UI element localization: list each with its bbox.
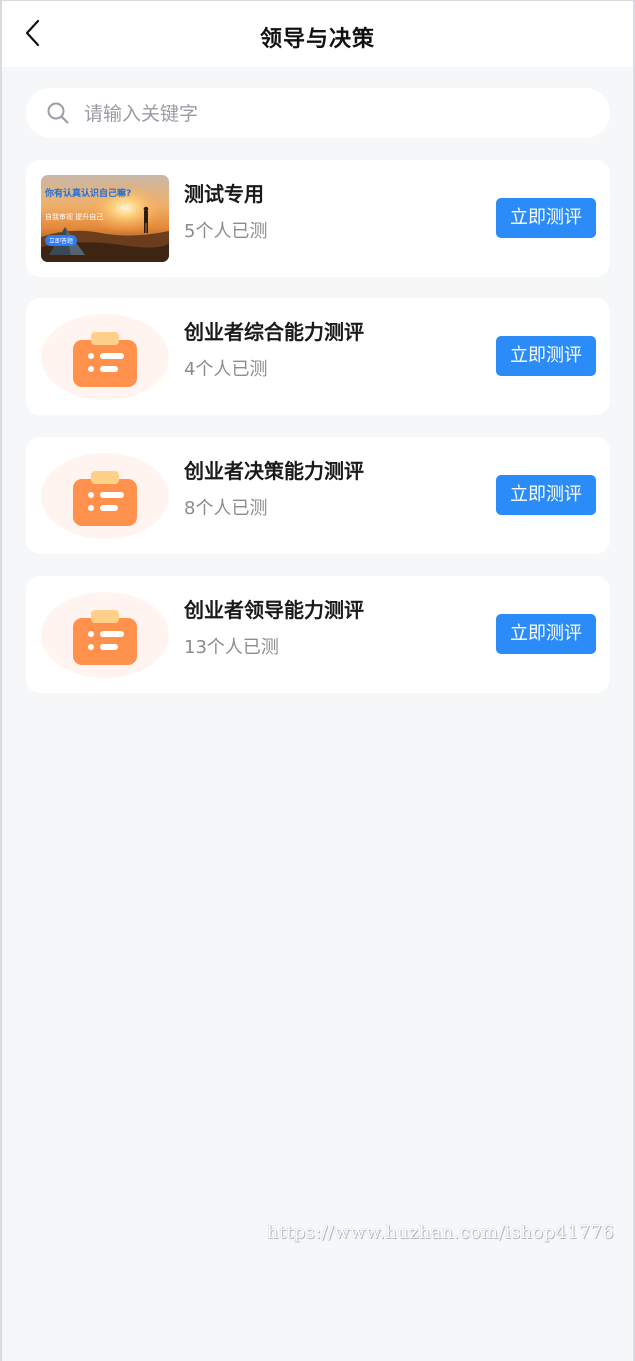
card-title: 测试专用 <box>184 182 264 206</box>
assessment-card[interactable]: 创业者综合能力测评 4个人已测 立即测评 <box>26 298 610 415</box>
assessment-card[interactable]: 创业者决策能力测评 8个人已测 立即测评 <box>26 437 610 554</box>
card-title: 创业者决策能力测评 <box>184 459 364 483</box>
clipboard-icon <box>41 592 169 678</box>
header-bar: 领导与决策 <box>2 1 633 67</box>
card-title: 创业者领导能力测评 <box>184 598 364 622</box>
search-bar[interactable] <box>26 88 610 138</box>
card-title: 创业者综合能力测评 <box>184 320 364 344</box>
start-assessment-button[interactable]: 立即测评 <box>496 475 596 515</box>
thumbnail-headline: 你有认真认识自己嘛? <box>45 189 132 199</box>
page-title: 领导与决策 <box>259 27 375 52</box>
search-icon <box>47 102 69 124</box>
card-participant-count: 5个人已测 <box>184 221 268 242</box>
watermark-text: https://www.huzhan.com/ishop41776 <box>266 1222 614 1243</box>
clipboard-icon-badge <box>41 313 169 400</box>
clipboard-icon-badge <box>41 591 169 678</box>
start-assessment-button[interactable]: 立即测评 <box>496 614 596 654</box>
assessment-card[interactable]: 你有认真认识自己嘛? 自我审视 提升自己 立即答题 测试专用 5个人已测 立即测… <box>26 160 610 277</box>
card-participant-count: 4个人已测 <box>184 359 268 380</box>
clipboard-icon-badge <box>41 452 169 539</box>
card-participant-count: 13个人已测 <box>184 637 279 658</box>
thumbnail-button: 立即答题 <box>45 235 78 246</box>
assessment-thumbnail: 你有认真认识自己嘛? 自我审视 提升自己 立即答题 <box>41 175 169 262</box>
search-input[interactable] <box>82 96 586 132</box>
start-assessment-button[interactable]: 立即测评 <box>496 336 596 376</box>
clipboard-icon <box>41 453 169 539</box>
assessment-card[interactable]: 创业者领导能力测评 13个人已测 立即测评 <box>26 576 610 693</box>
card-participant-count: 8个人已测 <box>184 498 268 519</box>
thumbnail-subline: 自我审视 提升自己 <box>45 213 104 221</box>
start-assessment-button[interactable]: 立即测评 <box>496 198 596 238</box>
clipboard-icon <box>41 314 169 400</box>
